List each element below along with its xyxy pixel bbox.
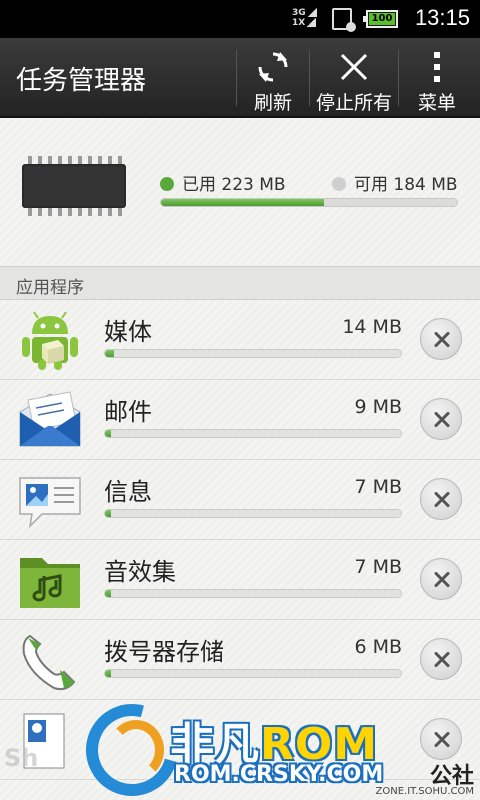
app-memory-fill [105,510,111,517]
app-memory-bar [104,669,402,678]
app-memory-bar [104,509,402,518]
android-robot-icon [22,311,78,370]
page-title: 任务管理器 [16,66,147,96]
signal-icon: 3G 1X [292,8,317,28]
app-name: 信息 [104,478,152,506]
memory-usage-fill [161,199,324,206]
app-memory-size: 7 MB [354,476,402,498]
phone-handset-icon [22,634,76,691]
close-app-button[interactable] [420,638,462,680]
close-app-button[interactable] [420,398,462,440]
app-memory-bar [104,429,402,438]
app-name: 邮件 [104,398,152,426]
app-memory-size: 7 MB [354,556,402,578]
free-dot-icon [332,177,346,191]
app-name: 媒体 [104,318,152,346]
list-item[interactable]: 音效集 7 MB [0,540,480,620]
app-memory-size: 6 MB [354,636,402,658]
sd-card-icon [332,8,356,32]
close-app-button[interactable] [420,718,462,760]
menu-button[interactable]: 菜单 [400,38,474,118]
app-memory-size: 14 MB [342,316,402,338]
music-folder-icon [20,558,80,608]
mail-envelope-icon [19,391,81,447]
app-memory-fill [105,670,111,677]
refresh-icon [258,52,288,82]
messages-icon [19,477,81,529]
section-header: 应用程序 [0,266,480,300]
free-memory-label: 可用 184 MB [354,175,458,195]
list-item[interactable]: 媒体 14 MB [0,300,480,380]
list-item[interactable]: 邮件 9 MB [0,380,480,460]
app-memory-fill [105,350,114,357]
used-memory-legend: 已用 223 MB [160,170,286,195]
close-icon [340,53,368,81]
battery-level: 100 [371,13,393,24]
app-name: 音效集 [104,558,176,586]
list-item[interactable] [0,700,480,780]
network-type-1x: 1X [292,18,306,28]
memory-chip-icon [22,156,126,216]
content-area: 已用 223 MB 可用 184 MB 应用程序 媒体 14 MB 邮件 9 M… [0,118,480,800]
used-dot-icon [160,177,174,191]
contacts-icon [23,713,65,769]
overflow-menu-icon [434,52,440,82]
stop-all-label: 停止所有 [315,92,392,114]
app-memory-fill [105,590,111,597]
app-name: 拨号器存储 [104,638,224,666]
divider [236,50,237,106]
refresh-button[interactable]: 刷新 [238,38,308,118]
memory-usage-bar [160,198,458,207]
list-item[interactable]: 信息 7 MB [0,460,480,540]
stop-all-button[interactable]: 停止所有 [312,38,396,118]
status-bar: 3G 1X 100 13:15 [0,0,480,38]
close-app-button[interactable] [420,558,462,600]
memory-summary: 已用 223 MB 可用 184 MB [0,118,480,264]
close-app-button[interactable] [420,478,462,520]
list-item[interactable]: 拨号器存储 6 MB [0,620,480,700]
app-memory-bar [104,589,402,598]
used-memory-label: 已用 223 MB [182,175,286,195]
network-type-3g: 3G [292,8,306,18]
close-app-button[interactable] [420,318,462,360]
refresh-label: 刷新 [253,92,292,114]
app-memory-fill [105,430,111,437]
free-memory-legend: 可用 184 MB [332,170,458,195]
clock: 13:15 [414,5,470,30]
app-memory-size: 9 MB [354,396,402,418]
divider [398,50,399,106]
action-bar: 任务管理器 刷新 停止所有 菜单 [0,38,480,118]
divider [309,50,310,106]
app-memory-bar [104,349,402,358]
battery-icon: 100 [363,10,398,28]
menu-label: 菜单 [417,92,456,114]
section-title: 应用程序 [16,278,84,298]
